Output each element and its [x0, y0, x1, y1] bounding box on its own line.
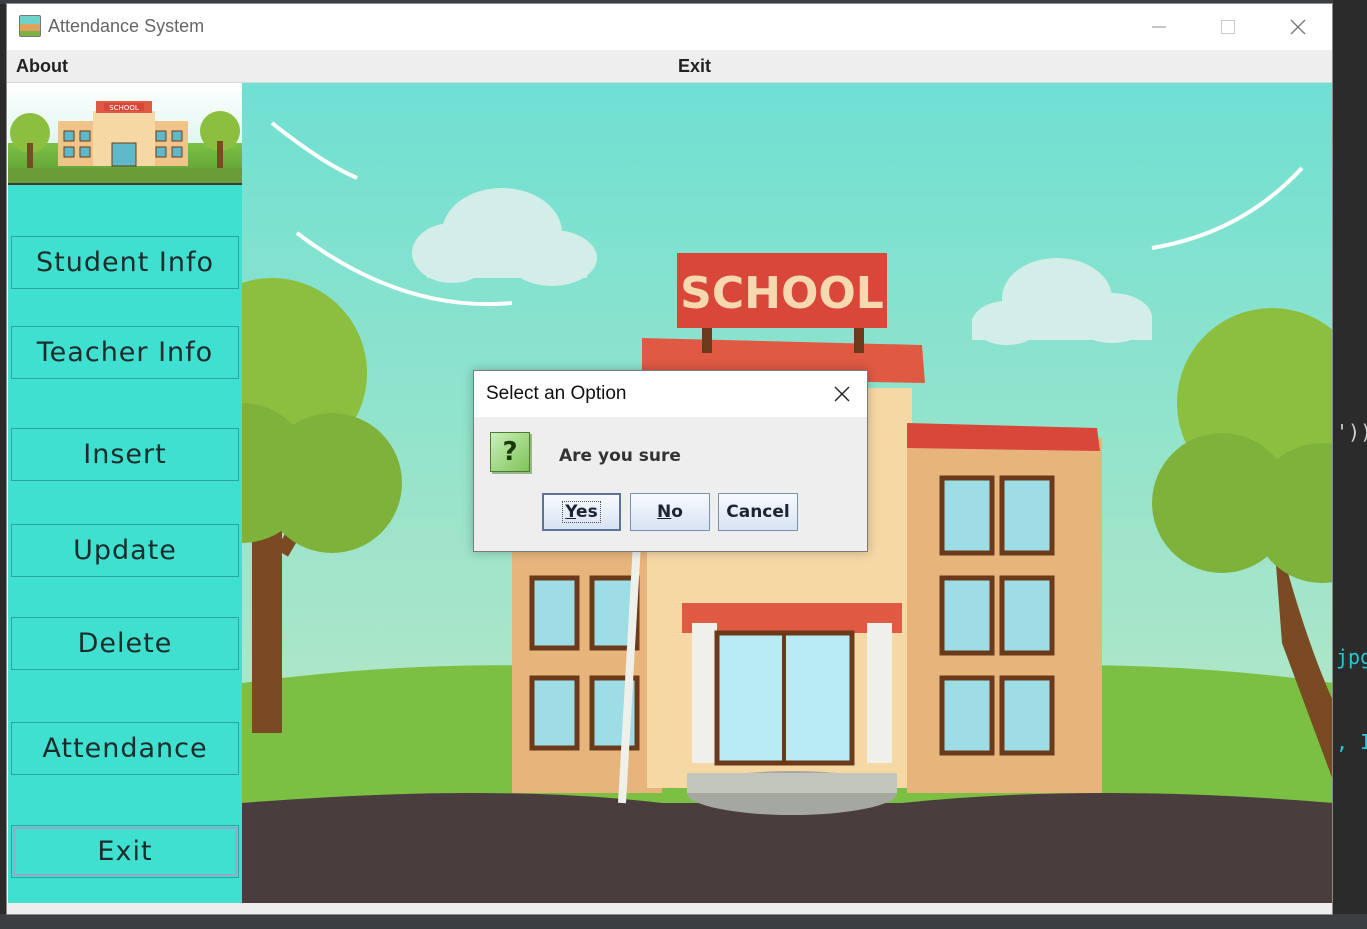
- app-school-icon: [19, 15, 41, 37]
- yes-button[interactable]: Yes: [542, 493, 621, 531]
- menu-about[interactable]: About: [16, 56, 68, 77]
- window-title: Attendance System: [48, 16, 205, 36]
- ide-code-fragment: ')): [1336, 420, 1367, 444]
- insert-button[interactable]: Insert: [11, 428, 239, 481]
- dialog-title-bar[interactable]: Select an Option: [474, 371, 867, 417]
- cancel-button[interactable]: Cancel: [718, 493, 798, 531]
- ide-code-fragment: , I: [1336, 730, 1367, 754]
- minimize-icon: [1152, 26, 1166, 28]
- yes-button-label: Yes: [562, 501, 601, 523]
- school-logo-image: SCHOOL: [8, 83, 242, 185]
- close-icon: [834, 386, 850, 402]
- title-bar[interactable]: Attendance System: [7, 4, 1332, 50]
- school-sign-text: SCHOOL: [680, 268, 884, 319]
- dialog-close-button[interactable]: [829, 381, 855, 407]
- menu-bar: About Exit: [7, 50, 1332, 83]
- attendance-button[interactable]: Attendance: [11, 722, 239, 775]
- minimize-button[interactable]: [1136, 10, 1182, 44]
- student-info-button[interactable]: Student Info: [11, 236, 239, 289]
- yes-mnemonic: Y: [565, 502, 577, 522]
- maximize-icon: [1221, 20, 1235, 34]
- teacher-info-button[interactable]: Teacher Info: [11, 326, 239, 379]
- no-button[interactable]: No: [630, 493, 710, 531]
- yes-label-rest: es: [576, 502, 598, 522]
- update-button[interactable]: Update: [11, 524, 239, 577]
- ide-code-fragment: jpg: [1336, 645, 1367, 669]
- question-icon: ?: [490, 432, 530, 472]
- sidebar: SCHOOL Student Info Teacher Info Insert …: [8, 83, 242, 903]
- status-bar: [7, 903, 1332, 914]
- logo-sign-text: SCHOOL: [109, 104, 139, 112]
- confirm-dialog: Select an Option ? Are you sure Yes No C…: [473, 370, 868, 552]
- dialog-title: Select an Option: [486, 383, 627, 404]
- delete-button[interactable]: Delete: [11, 617, 239, 670]
- no-label-rest: o: [671, 502, 683, 522]
- dialog-message: Are you sure: [559, 446, 681, 466]
- no-mnemonic: N: [657, 502, 672, 522]
- ide-right-panel: [1333, 0, 1367, 929]
- exit-button[interactable]: Exit: [11, 825, 239, 878]
- maximize-button[interactable]: [1205, 10, 1251, 44]
- close-icon: [1290, 19, 1306, 35]
- menu-exit[interactable]: Exit: [678, 56, 711, 77]
- close-button[interactable]: [1275, 10, 1321, 44]
- ide-bottom-strip: [0, 914, 1367, 929]
